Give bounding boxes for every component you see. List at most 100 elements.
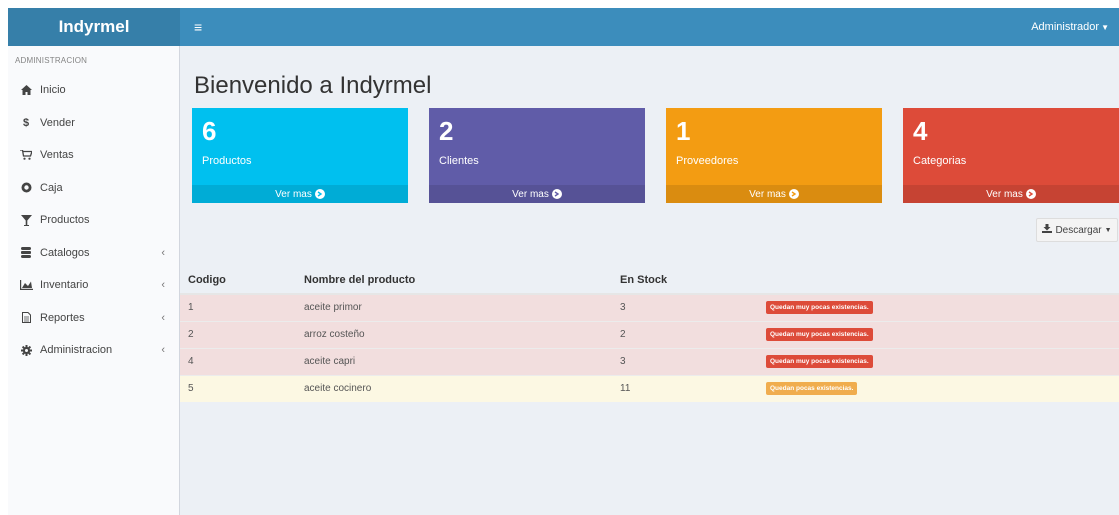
chevron-left-icon: ‹ <box>161 279 165 292</box>
sidebar-item-label: Productos <box>40 214 90 227</box>
chevron-left-icon: ‹ <box>161 311 165 324</box>
table-row: 4 aceite capri 3 Quedan muy pocas existe… <box>180 347 1119 375</box>
page-title: Bienvenido a Indyrmel <box>194 72 432 99</box>
sidebar-item-ventas[interactable]: Ventas <box>8 139 179 172</box>
cog-icon <box>18 344 34 356</box>
stat-count: 6 <box>202 116 217 146</box>
stat-label: Clientes <box>439 155 479 167</box>
sidebar-section-header: ADMINISTRACION <box>15 56 88 65</box>
chart-icon <box>18 280 34 291</box>
more-info-link[interactable]: Ver mas <box>429 185 645 203</box>
stat-count: 1 <box>676 116 691 146</box>
sidebar-item-label: Administracion <box>40 344 113 357</box>
user-menu[interactable]: Administrador ▼ <box>1031 21 1109 33</box>
caret-down-icon: ▼ <box>1104 226 1112 234</box>
column-header: Nombre del producto <box>296 266 612 295</box>
database-icon <box>18 247 34 259</box>
sidebar-item-reportes[interactable]: Reportes ‹ <box>8 302 179 335</box>
cell-status: Quedan muy pocas existencias. <box>758 320 1119 348</box>
sidebar-item-label: Inventario <box>40 279 89 292</box>
stat-count: 2 <box>439 116 454 146</box>
column-header <box>758 266 1119 295</box>
sidebar-item-label: Catalogos <box>40 246 90 259</box>
home-icon <box>18 85 34 96</box>
chevron-left-icon: ‹ <box>161 344 165 357</box>
stat-label: Categorias <box>913 155 967 167</box>
stat-label: Productos <box>202 155 252 167</box>
stat-box-productos: 6 Productos Ver mas <box>192 108 408 203</box>
main-content: Bienvenido a Indyrmel 6 Productos Ver ma… <box>180 46 1119 515</box>
table-row: 1 aceite primor 3 Quedan muy pocas exist… <box>180 293 1119 321</box>
sidebar: ADMINISTRACION Inicio $ Vender Ventas Ca… <box>8 46 180 515</box>
status-badge: Quedan muy pocas existencias. <box>766 328 873 341</box>
cell-status: Quedan muy pocas existencias. <box>758 347 1119 375</box>
arrow-circle-right-icon <box>314 189 325 199</box>
status-badge: Quedan muy pocas existencias. <box>766 355 873 368</box>
cell-code: 4 <box>180 347 296 375</box>
cell-name: aceite cocinero <box>296 374 612 402</box>
app-frame: Indyrmel ≡ Administrador ▼ ADMINISTRACIO… <box>8 8 1119 515</box>
more-info-label: Ver mas <box>986 188 1023 200</box>
download-icon <box>1042 224 1053 236</box>
sidebar-item-label: Reportes <box>40 311 85 324</box>
stat-box-clientes: 2 Clientes Ver mas <box>429 108 645 203</box>
cell-name: aceite capri <box>296 347 612 375</box>
top-header: Indyrmel ≡ Administrador ▼ <box>8 8 1119 46</box>
cell-stock: 3 <box>612 293 758 321</box>
cell-stock: 3 <box>612 347 758 375</box>
status-badge: Quedan muy pocas existencias. <box>766 301 873 315</box>
cell-stock: 2 <box>612 320 758 348</box>
more-info-label: Ver mas <box>749 188 786 200</box>
cart-icon <box>18 150 34 161</box>
cell-stock: 11 <box>612 374 758 402</box>
status-badge: Quedan pocas existencias. <box>766 382 858 396</box>
cell-name: arroz costeño <box>296 320 612 348</box>
more-info-label: Ver mas <box>275 188 312 200</box>
cell-name: aceite primor <box>296 293 612 321</box>
cell-code: 5 <box>180 374 296 402</box>
stat-count: 4 <box>913 116 928 146</box>
cell-code: 1 <box>180 293 296 321</box>
download-label: Descargar <box>1055 224 1102 236</box>
caret-down-icon: ▼ <box>1101 22 1109 32</box>
more-info-link[interactable]: Ver mas <box>192 185 408 203</box>
sidebar-item-label: Vender <box>40 116 75 129</box>
dollar-icon: $ <box>22 116 30 129</box>
user-name: Administrador <box>1031 21 1100 33</box>
glass-icon <box>18 214 34 226</box>
cell-code: 2 <box>180 320 296 348</box>
table-header-row: Codigo Nombre del producto En Stock <box>180 266 1119 295</box>
arrow-circle-right-icon <box>551 189 562 199</box>
more-info-label: Ver mas <box>512 188 549 200</box>
sidebar-item-vender[interactable]: $ Vender <box>8 107 179 140</box>
brand-logo[interactable]: Indyrmel <box>8 8 180 46</box>
sidebar-item-inicio[interactable]: Inicio <box>8 74 179 107</box>
stat-box-categorias: 4 Categorias Ver mas <box>903 108 1119 203</box>
sidebar-item-label: Ventas <box>40 149 74 162</box>
menu-toggle-icon[interactable]: ≡ <box>194 19 202 35</box>
column-header: Codigo <box>180 266 296 295</box>
table-row: 5 aceite cocinero 11 Quedan pocas existe… <box>180 374 1119 402</box>
sidebar-item-label: Caja <box>40 181 63 194</box>
chevron-left-icon: ‹ <box>161 246 165 259</box>
sidebar-item-productos[interactable]: Productos <box>8 204 179 237</box>
sidebar-item-label: Inicio <box>40 84 66 97</box>
arrow-circle-right-icon <box>1025 189 1036 199</box>
sidebar-item-inventario[interactable]: Inventario ‹ <box>8 269 179 302</box>
sidebar-item-caja[interactable]: Caja <box>8 172 179 205</box>
sidebar-item-administracion[interactable]: Administracion ‹ <box>8 334 179 367</box>
cell-status: Quedan pocas existencias. <box>758 374 1119 402</box>
stat-box-proveedores: 1 Proveedores Ver mas <box>666 108 882 203</box>
arrow-circle-right-icon <box>788 189 799 199</box>
sidebar-item-catalogos[interactable]: Catalogos ‹ <box>8 237 179 270</box>
navbar: ≡ Administrador ▼ <box>180 8 1119 46</box>
stat-label: Proveedores <box>676 155 739 167</box>
download-button[interactable]: Descargar ▼ <box>1036 218 1118 242</box>
column-header: En Stock <box>612 266 758 295</box>
more-info-link[interactable]: Ver mas <box>666 185 882 203</box>
more-info-link[interactable]: Ver mas <box>903 185 1119 203</box>
file-icon <box>18 312 34 324</box>
coins-icon <box>18 182 34 193</box>
cell-status: Quedan muy pocas existencias. <box>758 293 1119 321</box>
low-stock-table: Codigo Nombre del producto En Stock 1 ac… <box>180 266 1119 402</box>
